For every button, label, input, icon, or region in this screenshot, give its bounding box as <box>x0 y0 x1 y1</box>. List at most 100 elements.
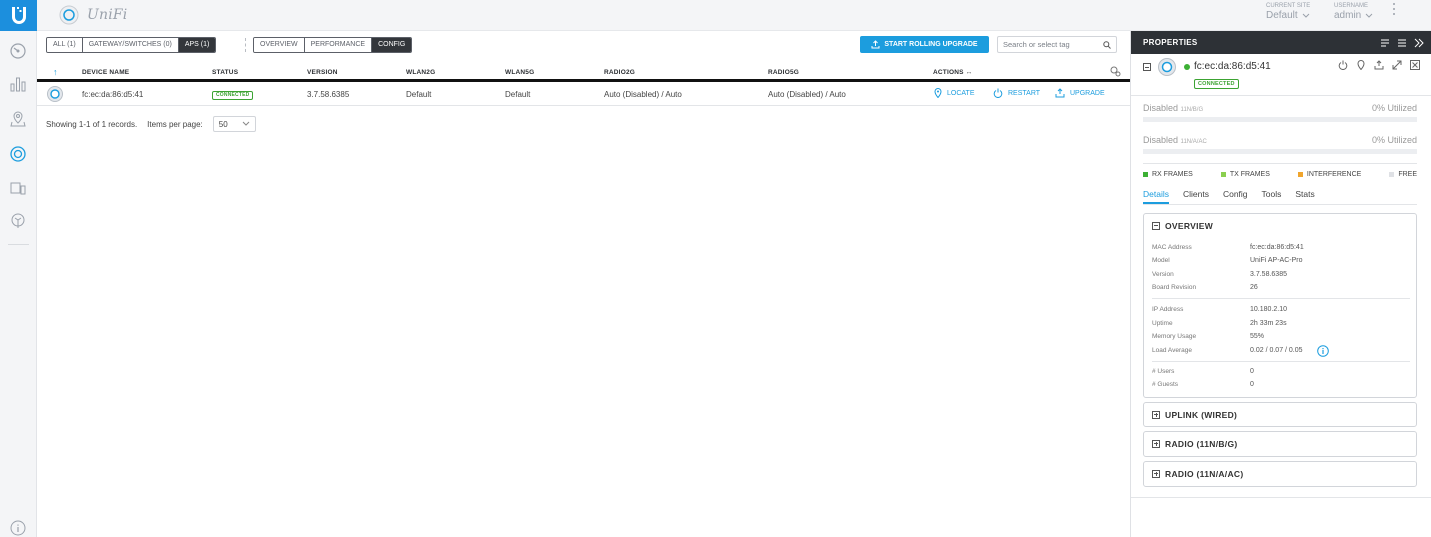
close-icon[interactable] <box>1410 60 1420 70</box>
radio-5g-section[interactable]: RADIO (11N/A/AC) <box>1143 461 1417 487</box>
device-name[interactable]: fc:ec:da:86:d5:41 <box>82 90 143 99</box>
uplink-title: UPLINK (WIRED) <box>1165 409 1238 420</box>
filter-all[interactable]: ALL (1) <box>47 38 83 52</box>
uplink-section[interactable]: UPLINK (WIRED) <box>1143 402 1417 427</box>
records-text: Showing 1-1 of 1 records. <box>46 119 138 129</box>
locate-icon[interactable] <box>1356 60 1366 70</box>
left-nav <box>0 0 37 537</box>
locate-label: LOCATE <box>947 89 975 97</box>
expand-icon <box>1152 469 1160 478</box>
top-bar: UniFi CURRENT SITE Default USERNAME admi… <box>37 0 1431 31</box>
tab-tools[interactable]: Tools <box>1262 189 1282 204</box>
utilization-legend: RX FRAMES TX FRAMES INTERFERENCE FREE <box>1143 171 1417 178</box>
wlan2g-cell: Default <box>406 90 432 99</box>
col-version[interactable]: VERSION <box>307 69 338 76</box>
device-header: fc:ec:da:86:d5:41 CONNECTED <box>1131 54 1431 96</box>
start-rolling-upgrade-button[interactable]: START ROLLING UPGRADE <box>860 36 989 53</box>
edit-notes-icon[interactable] <box>1380 38 1390 48</box>
sort-indicator[interactable]: ↑ <box>53 67 58 77</box>
tab-details[interactable]: Details <box>1143 189 1169 204</box>
radio-state: Disabled <box>1143 135 1179 145</box>
filter-aps[interactable]: APS (1) <box>178 38 216 52</box>
restart-icon[interactable] <box>1338 60 1348 70</box>
overview-header[interactable]: OVERVIEW <box>1144 214 1416 237</box>
dashboard-icon[interactable] <box>9 42 27 60</box>
tab-clients[interactable]: Clients <box>1183 189 1209 204</box>
panel-tabs: Details Clients Config Tools Stats <box>1143 189 1417 205</box>
column-settings-icon[interactable] <box>1110 66 1121 77</box>
filter-gateway-switches[interactable]: GATEWAY/SWITCHES (0) <box>82 38 179 52</box>
radio-2g-section[interactable]: RADIO (11N/B/G) <box>1143 431 1417 457</box>
col-actions[interactable]: ACTIONS ↔ <box>933 69 972 76</box>
brand-name: UniFi <box>87 7 128 23</box>
user-label: USERNAME <box>1334 3 1369 9</box>
divider <box>1152 361 1410 362</box>
radio-util-5g: Disabled 11N/A/AC 0% Utilized <box>1143 135 1417 154</box>
overview-title: OVERVIEW <box>1165 220 1214 231</box>
legend-rx: RX FRAMES <box>1143 171 1193 178</box>
rolling-upgrade-label: START ROLLING UPGRADE <box>884 41 978 48</box>
filter-divider <box>245 38 246 52</box>
col-radio5g[interactable]: RADIO5G <box>768 69 799 76</box>
locate-icon <box>934 88 942 98</box>
status-cell: CONNECTED <box>212 89 254 100</box>
upgrade-icon[interactable] <box>1374 60 1384 70</box>
panel-status-badge: CONNECTED <box>1194 79 1239 89</box>
more-menu-icon[interactable] <box>1392 3 1396 18</box>
col-device-name[interactable]: DEVICE NAME <box>82 69 129 76</box>
clients-icon[interactable] <box>9 179 27 197</box>
site-selector[interactable]: CURRENT SITE Default <box>1266 3 1310 21</box>
user-menu[interactable]: USERNAME admin <box>1334 3 1373 21</box>
unifi-logo-icon <box>59 5 79 25</box>
expand-icon[interactable] <box>1392 60 1402 70</box>
access-point-icon <box>1158 58 1176 76</box>
ubiquiti-logo-icon[interactable] <box>0 0 37 31</box>
collapse-device-icon[interactable] <box>1143 63 1151 71</box>
radio-2g-title: RADIO (11N/B/G) <box>1165 438 1238 449</box>
tab-stats[interactable]: Stats <box>1295 189 1314 204</box>
brand: UniFi <box>59 5 127 25</box>
map-icon[interactable] <box>9 110 27 128</box>
col-status[interactable]: STATUS <box>212 69 238 76</box>
collapse-icon <box>1152 221 1160 230</box>
collapse-panel-icon[interactable] <box>1414 38 1424 48</box>
chevron-down-icon <box>242 121 250 126</box>
insights-icon[interactable] <box>9 212 27 230</box>
table-header: ↑ DEVICE NAME STATUS VERSION WLAN2G WLAN… <box>37 62 1130 82</box>
expand-icon <box>1152 439 1160 448</box>
statistics-icon[interactable] <box>9 75 27 93</box>
search-icon[interactable] <box>1103 40 1111 49</box>
col-wlan2g[interactable]: WLAN2G <box>406 69 435 76</box>
list-icon[interactable] <box>1397 38 1407 48</box>
info-icon[interactable] <box>1317 345 1329 357</box>
chevron-down-icon <box>1302 13 1310 18</box>
devices-icon[interactable] <box>9 145 27 163</box>
search-input[interactable] <box>1003 40 1098 49</box>
col-wlan5g[interactable]: WLAN5G <box>505 69 534 76</box>
info-icon[interactable] <box>9 519 27 537</box>
utilization-bar <box>1143 117 1417 122</box>
table-footer: Showing 1-1 of 1 records. Items per page… <box>46 116 256 132</box>
upgrade-button[interactable]: UPGRADE <box>1055 88 1105 98</box>
radio-5g-title: RADIO (11N/A/AC) <box>1165 468 1244 479</box>
radio-band: 11N/B/G <box>1180 107 1204 113</box>
view-performance[interactable]: PERFORMANCE <box>304 38 373 52</box>
table-row[interactable]: fc:ec:da:86:d5:41 CONNECTED 3.7.58.6385 … <box>37 82 1130 106</box>
radio-util-2g: Disabled 11N/B/G 0% Utilized <box>1143 103 1417 122</box>
locate-button[interactable]: LOCATE <box>934 88 975 98</box>
user-value: admin <box>1334 10 1362 21</box>
online-dot-icon <box>1184 64 1190 70</box>
radio-utilization: 0% Utilized <box>1371 135 1417 145</box>
radio-state: Disabled <box>1143 103 1179 113</box>
per-page-select[interactable]: 50 <box>212 116 256 132</box>
status-badge: CONNECTED <box>212 91 254 100</box>
access-point-icon <box>47 86 63 102</box>
col-radio2g[interactable]: RADIO2G <box>604 69 635 76</box>
restart-button[interactable]: RESTART <box>993 88 1040 98</box>
view-overview[interactable]: OVERVIEW <box>254 38 305 52</box>
tab-config[interactable]: Config <box>1223 189 1248 204</box>
chevron-down-icon <box>1365 13 1373 18</box>
restart-icon <box>993 88 1003 98</box>
view-config[interactable]: CONFIG <box>372 38 412 52</box>
upgrade-icon <box>871 40 880 49</box>
